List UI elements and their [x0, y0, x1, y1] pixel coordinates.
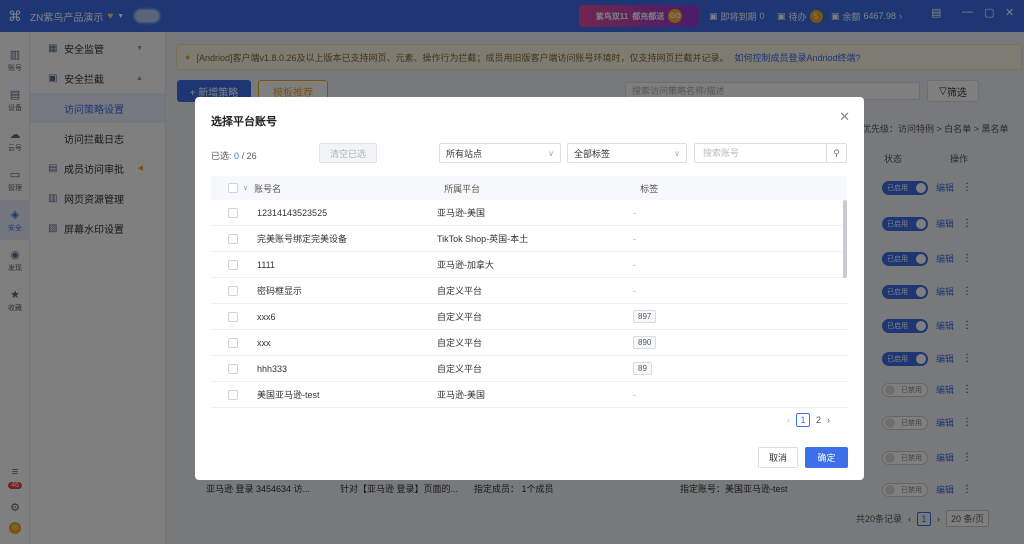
dialog-pager: ‹ 1 2 ›	[787, 413, 830, 427]
account-tag-cell: 897	[633, 310, 813, 323]
account-platform: 自定义平台	[437, 286, 483, 296]
select-account-dialog: 选择平台账号 ✕ 已选: 0 / 26 清空已选 所有站点 ∨ 全部标签 ∨ 搜…	[195, 97, 864, 480]
account-name: 完美账号绑定完美设备	[257, 234, 348, 244]
table-header: ∨ 账号名 所属平台 标签	[211, 176, 847, 200]
account-platform: 亚马逊-加拿大	[437, 260, 494, 270]
row-checkbox[interactable]	[225, 337, 241, 348]
account-name: xxx	[257, 337, 271, 348]
account-tag: -	[633, 207, 636, 218]
cancel-button[interactable]: 取消	[758, 447, 798, 468]
tag-select[interactable]: 全部标签 ∨	[567, 143, 687, 163]
confirm-button[interactable]: 确定	[805, 447, 848, 468]
pager-prev[interactable]: ‹	[787, 415, 790, 425]
account-tag: -	[633, 389, 636, 400]
site-select-value: 所有站点	[446, 148, 483, 159]
tag-select-value: 全部标签	[574, 148, 611, 159]
account-tag: -	[633, 285, 636, 296]
account-tag: -	[633, 233, 636, 244]
table-row[interactable]: 美国亚马逊-test 亚马逊-美国 -	[211, 382, 847, 408]
row-checkbox[interactable]	[225, 285, 241, 296]
pager-page-2[interactable]: 2	[816, 415, 821, 425]
account-name: hhh333	[257, 363, 288, 374]
table-row[interactable]: 密码框显示 自定义平台 -	[211, 278, 847, 304]
table-row[interactable]: 12314143523525 亚马逊-美国 -	[211, 200, 847, 226]
row-checkbox[interactable]	[225, 233, 241, 244]
pager-next[interactable]: ›	[827, 415, 830, 425]
dialog-title: 选择平台账号	[211, 116, 277, 128]
table-row[interactable]: 1111 亚马逊-加拿大 -	[211, 252, 847, 278]
clear-selection-button[interactable]: 清空已选	[319, 143, 377, 163]
chevron-down-icon: ∨	[548, 148, 554, 158]
account-tag: -	[633, 259, 636, 270]
col-platform: 所属平台	[444, 183, 481, 194]
account-tag-cell: 890	[633, 336, 813, 349]
account-platform: 自定义平台	[437, 338, 483, 348]
account-name: 12314143523525	[257, 207, 328, 218]
site-select[interactable]: 所有站点 ∨	[439, 143, 561, 163]
row-checkbox[interactable]	[225, 389, 241, 400]
close-icon[interactable]: ✕	[839, 109, 850, 125]
account-platform: 自定义平台	[437, 364, 483, 374]
table-row[interactable]: 完美账号绑定完美设备 TikTok Shop-英国-本土 -	[211, 226, 847, 252]
table-row[interactable]: hhh333 自定义平台 89	[211, 356, 847, 382]
row-checkbox[interactable]	[225, 259, 241, 270]
select-all-checkbox[interactable]	[225, 183, 241, 193]
account-search-input[interactable]: 搜索账号	[694, 143, 827, 163]
pager-current[interactable]: 1	[796, 413, 810, 427]
col-account-name: 账号名	[254, 183, 282, 194]
account-name: 美国亚马逊-test	[257, 390, 320, 400]
account-platform: TikTok Shop-英国-本土	[437, 234, 529, 244]
row-checkbox[interactable]	[225, 207, 241, 218]
account-tag: 89	[633, 362, 652, 375]
selected-number: 0	[234, 151, 240, 161]
search-icon[interactable]: ⚲	[827, 143, 847, 163]
account-name: xxx6	[257, 311, 276, 322]
account-tag: 897	[633, 310, 657, 323]
table-row[interactable]: xxx 自定义平台 890	[211, 330, 847, 356]
selected-count: 已选: 0 / 26	[211, 149, 257, 162]
account-platform: 亚马逊-美国	[437, 390, 485, 400]
table-row[interactable]: xxx6 自定义平台 897	[211, 304, 847, 330]
selected-total: / 26	[241, 151, 257, 161]
account-tag-cell: 89	[633, 362, 813, 375]
account-table-body: 12314143523525 亚马逊-美国 - 完美账号绑定完美设备 TikTok S…	[211, 200, 847, 408]
account-name: 密码框显示	[257, 286, 303, 296]
chevron-down-icon: ∨	[674, 148, 680, 158]
account-name: 1111	[257, 259, 276, 270]
account-platform: 亚马逊-美国	[437, 208, 485, 218]
selected-label: 已选:	[211, 151, 232, 161]
row-checkbox[interactable]	[225, 311, 241, 322]
col-tag: 标签	[640, 183, 659, 194]
row-checkbox[interactable]	[225, 363, 241, 374]
account-platform: 自定义平台	[437, 312, 483, 322]
table-scrollbar[interactable]	[843, 200, 847, 278]
account-tag: 890	[633, 336, 657, 349]
